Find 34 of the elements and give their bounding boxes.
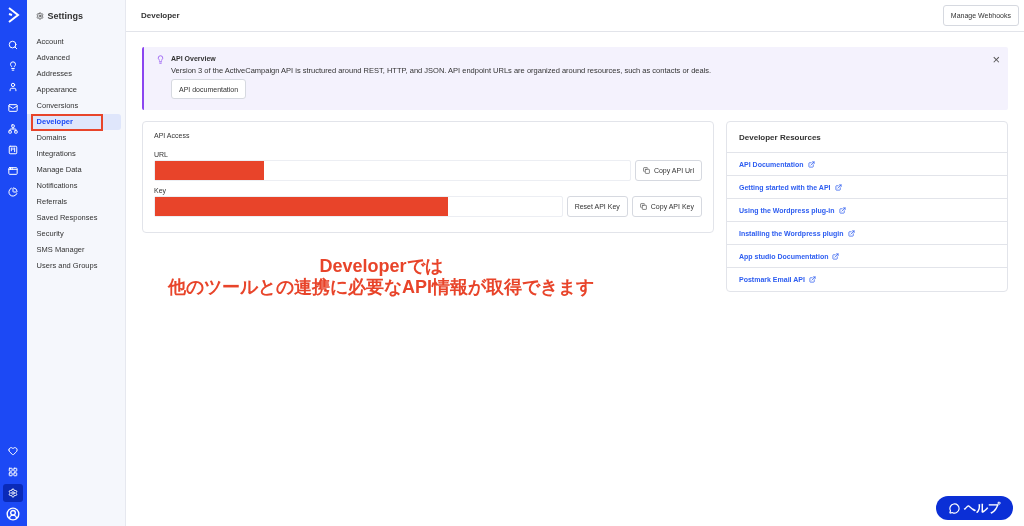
lightbulb-icon [156, 55, 165, 64]
card-title: Developer Resources [727, 122, 1007, 153]
page-title: Developer [141, 11, 180, 20]
external-link-icon [808, 275, 816, 283]
help-button[interactable]: ヘルプ [936, 496, 1013, 520]
chat-bubble-icon [949, 502, 960, 514]
external-link-icon [807, 160, 815, 168]
input-field[interactable] [154, 160, 631, 181]
annotation-text: 他のツールとの連携に必要なAPI情報が取得できます [168, 277, 594, 298]
heart-icon [8, 446, 19, 456]
external-link-icon [832, 252, 840, 260]
input-field[interactable] [154, 196, 563, 217]
kanban-icon [8, 145, 19, 155]
rail-button[interactable] [3, 484, 24, 502]
apps-icon [8, 467, 19, 477]
copy-icon [642, 167, 650, 174]
settings-icon [35, 11, 44, 20]
pie-chart-icon [8, 187, 19, 197]
annotation-text: Developerでは [319, 256, 443, 277]
hierarchy-icon [8, 124, 19, 134]
external-link-icon [847, 229, 855, 237]
window-icon [8, 166, 19, 176]
close-button[interactable]: × [992, 55, 1000, 65]
mail-icon [8, 103, 19, 113]
copy-icon [639, 203, 647, 210]
external-link-icon [838, 206, 846, 214]
external-link-icon [834, 183, 842, 191]
search-icon [8, 40, 19, 50]
sidebar-title: Settings [47, 10, 84, 21]
logo-icon [6, 6, 21, 24]
settings-icon [8, 488, 19, 498]
avatar-icon [6, 507, 21, 521]
lightbulb-icon [8, 61, 19, 71]
person-icon [8, 82, 19, 92]
